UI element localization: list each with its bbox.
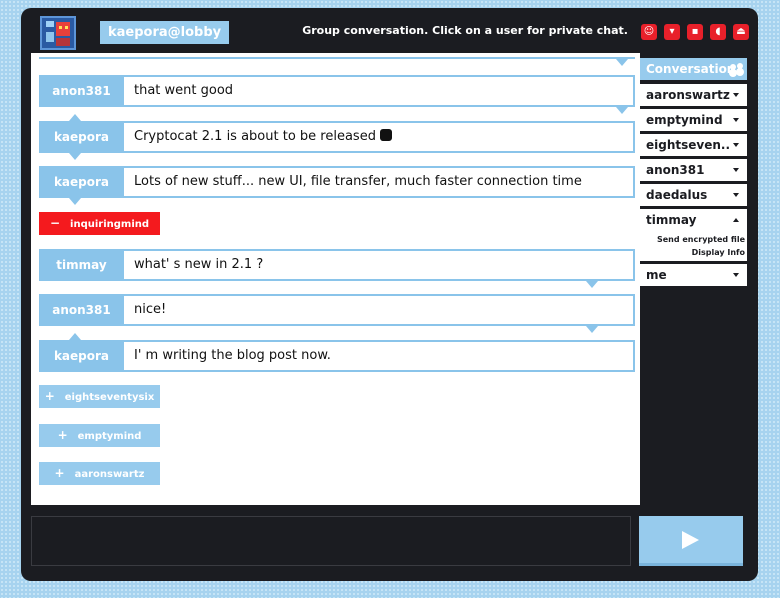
message-text: I' m writing the blog post now. (124, 340, 635, 372)
chevron-down-icon[interactable] (733, 93, 739, 97)
message-nick[interactable]: kaepora (39, 121, 124, 153)
user-left-notice: − inquiringmind (39, 212, 160, 235)
buddy-name: me (646, 268, 667, 282)
display-info-option[interactable]: Display Info (640, 246, 745, 259)
buddy-list: Conversation aaronswartz emptymind eight… (640, 58, 747, 289)
message-input[interactable] (31, 516, 631, 566)
buddy-name: daedalus (646, 188, 708, 202)
message-nick[interactable]: anon381 (39, 294, 124, 326)
people-icon (729, 63, 743, 75)
message-tail (586, 326, 598, 333)
chat-message: kaepora Lots of new stuff... new UI, fil… (39, 166, 635, 198)
message-tail (586, 281, 598, 288)
conversation-header-label: Conversation (646, 62, 736, 76)
chevron-down-icon[interactable] (733, 168, 739, 172)
chevron-down-icon[interactable] (733, 118, 739, 122)
buddy-menu: Send encrypted file Display Info (640, 231, 747, 261)
message-text: nice! (124, 294, 635, 326)
chat-icon[interactable]: ▪ (687, 24, 703, 40)
plus-icon: + (57, 428, 68, 442)
message-text: what' s new in 2.1 ? (124, 249, 635, 281)
filter-icon[interactable]: ▾ (664, 24, 680, 40)
message-text-content: Cryptocat 2.1 is about to be released (134, 129, 376, 144)
smiley-icon[interactable]: ☺ (641, 24, 657, 40)
message-tail (616, 59, 628, 66)
status-chip-nick: emptymind (77, 431, 142, 442)
sound-icon[interactable]: ◖ (710, 24, 726, 40)
chat-message: timmay what' s new in 2.1 ? (39, 249, 635, 281)
message-tail (69, 114, 81, 121)
message-tail (69, 198, 81, 205)
buddy-name: aaronswartz (646, 88, 730, 102)
nickname-lobby-tag: kaepora@lobby (100, 21, 230, 44)
buddy-item[interactable]: daedalus (640, 184, 747, 206)
chat-message: kaepora I' m writing the blog post now. (39, 340, 635, 372)
status-chip-nick: eightseventysix (64, 392, 155, 403)
buddy-name: timmay (646, 213, 697, 227)
message-text: Cryptocat 2.1 is about to be released (124, 121, 635, 153)
message-tail (69, 153, 81, 160)
buddy-item[interactable]: timmay (640, 209, 747, 231)
conversation-status-text: Group conversation. Click on a user for … (302, 24, 628, 37)
status-chip-nick: inquiringmind (70, 219, 150, 230)
user-joined-notice: + emptymind (39, 424, 160, 447)
buddy-item[interactable]: anon381 (640, 159, 747, 181)
plus-icon: + (44, 389, 55, 403)
buddy-item[interactable]: eightseven.. (640, 134, 747, 156)
toolbar-icons: ☺ ▾ ▪ ◖ ⏏ (641, 24, 749, 40)
chevron-up-icon[interactable] (733, 218, 739, 222)
send-button[interactable] (639, 516, 743, 566)
message-tail (616, 107, 628, 114)
chevron-down-icon[interactable] (733, 273, 739, 277)
chevron-down-icon[interactable] (733, 193, 739, 197)
message-nick[interactable]: timmay (39, 249, 124, 281)
buddy-name: anon381 (646, 163, 705, 177)
play-icon (682, 531, 699, 549)
buddy-item[interactable]: emptymind (640, 109, 747, 131)
send-encrypted-file-option[interactable]: Send encrypted file (640, 233, 745, 246)
user-joined-notice: + aaronswartz (39, 462, 160, 485)
status-chip-nick: aaronswartz (74, 469, 145, 480)
buddy-item[interactable]: me (640, 264, 747, 286)
message-nick[interactable]: kaepora (39, 340, 124, 372)
chevron-down-icon[interactable] (733, 143, 739, 147)
message-tail (69, 333, 81, 340)
conversation-header[interactable]: Conversation (640, 58, 747, 80)
chat-message: kaepora Cryptocat 2.1 is about to be rel… (39, 121, 635, 153)
buddy-item[interactable]: aaronswartz (640, 84, 747, 106)
logout-icon[interactable]: ⏏ (733, 24, 749, 40)
user-joined-notice: + eightseventysix (39, 385, 160, 408)
message-nick[interactable]: anon381 (39, 75, 124, 107)
buddy-name: emptymind (646, 113, 723, 127)
plus-icon: + (54, 466, 65, 480)
chat-message: anon381 that went good (39, 75, 635, 107)
conversation-window[interactable]: anon381 that went good kaepora Cryptocat… (31, 53, 640, 505)
buddy-name: eightseven.. (646, 138, 731, 152)
cat-icon (379, 129, 392, 141)
minus-icon: − (49, 216, 61, 230)
user-avatar (40, 16, 76, 50)
previous-message-edge (39, 53, 635, 59)
message-nick[interactable]: kaepora (39, 166, 124, 198)
message-text: that went good (124, 75, 635, 107)
chat-message: anon381 nice! (39, 294, 635, 326)
message-text: Lots of new stuff... new UI, file transf… (124, 166, 635, 198)
